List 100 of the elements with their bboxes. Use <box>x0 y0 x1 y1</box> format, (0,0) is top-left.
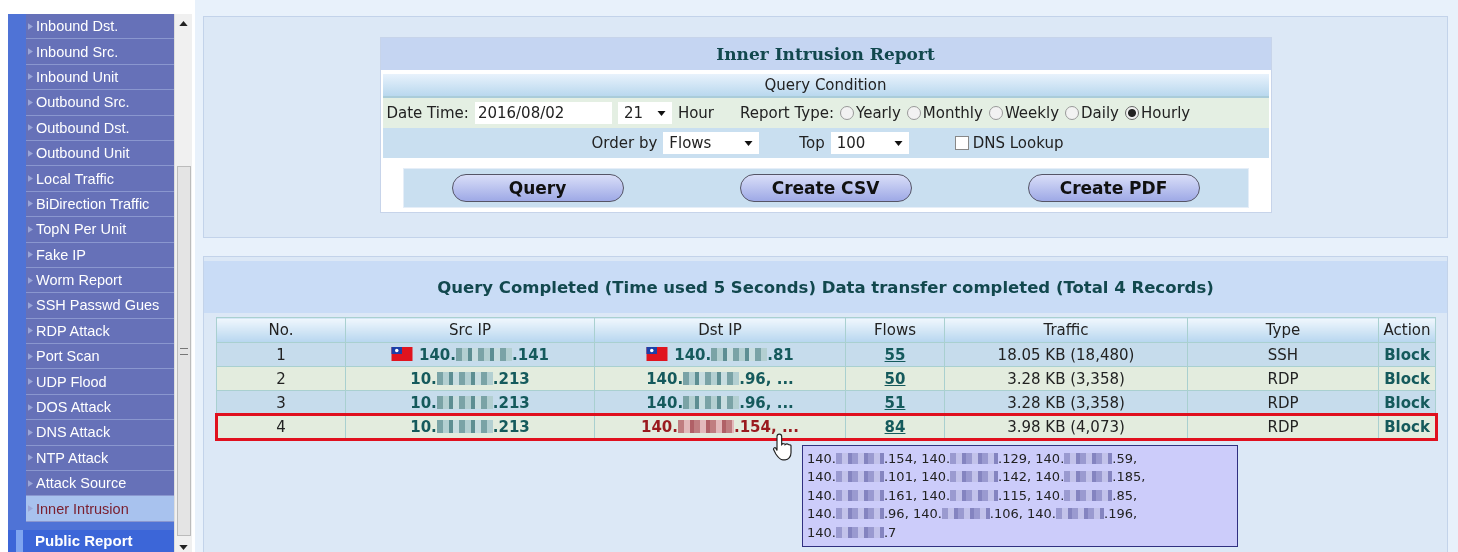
caret-icon <box>893 140 903 146</box>
column-header: Type <box>1187 317 1379 343</box>
top-dropdown[interactable]: 100 <box>830 132 909 154</box>
sidebar-item[interactable]: Outbound Unit <box>26 140 174 167</box>
redaction-mark <box>950 489 999 501</box>
sidebar-item[interactable]: Fake IP <box>26 242 174 268</box>
triangle-icon <box>28 327 33 335</box>
flows-link[interactable]: 51 <box>884 393 906 412</box>
triangle-icon <box>28 149 33 157</box>
ip-cell: 10. .213 <box>345 414 595 439</box>
sidebar-item[interactable]: BiDirection Traffic <box>26 191 174 218</box>
sidebar-section[interactable]: Public Report <box>8 529 174 552</box>
triangle-icon <box>28 48 33 56</box>
date-field[interactable]: 2016/08/02 <box>474 102 612 124</box>
sidebar-item[interactable]: DNS Attack <box>26 420 174 446</box>
radio-option[interactable]: Daily <box>1065 104 1119 122</box>
ip-cell: 140. .154, ... <box>594 414 846 439</box>
redaction-mark <box>436 419 493 433</box>
redaction-mark <box>1064 489 1113 501</box>
table-cell: 1 <box>216 342 346 367</box>
order-dropdown[interactable]: Flows <box>663 132 760 154</box>
column-header: Action <box>1378 317 1436 343</box>
redaction-mark <box>678 419 734 433</box>
table-cell: RDP <box>1187 390 1379 415</box>
table-cell: 3.98 KB (4,073) <box>944 414 1188 439</box>
sidebar-item[interactable]: Inbound Src. <box>26 39 174 65</box>
redaction-mark <box>835 471 884 483</box>
ip-cell: 140. .141 <box>345 342 595 367</box>
redaction-mark <box>1064 471 1113 483</box>
redaction-mark <box>835 508 884 520</box>
tooltip: 140. .154, 140. .129, 140. .59, 140. .101, 140. .142, 140. .185, 140. .161, 140. .115, 140. .85, 140. .96, 140. .106, 140. .196, 140. .7 <box>802 445 1238 548</box>
redaction-mark <box>456 347 512 361</box>
redaction-mark <box>436 371 493 385</box>
triangle-icon <box>28 200 33 208</box>
field-label: Order by <box>591 134 658 152</box>
sidebar-item[interactable]: UDP Flood <box>26 369 174 395</box>
radio-option[interactable]: Yearly <box>840 104 901 122</box>
redaction-mark <box>950 471 999 483</box>
sidebar-item[interactable]: Local Traffic <box>26 166 174 192</box>
triangle-icon <box>28 428 33 436</box>
sidebar-item[interactable]: Outbound Dst. <box>26 115 174 141</box>
sidebar-item[interactable]: Port Scan <box>26 344 174 370</box>
flows-link[interactable]: 84 <box>884 417 906 436</box>
sidebar-item[interactable]: Inner Intrusion <box>26 496 174 522</box>
ip-cell: 10. .213 <box>345 366 595 391</box>
action-button[interactable]: Create PDF <box>1027 174 1200 202</box>
ip-cell: 10. .213 <box>345 390 595 415</box>
table-cell: 4 <box>216 414 346 439</box>
sidebar-item[interactable]: TopN Per Unit <box>26 217 174 243</box>
dns-checkbox[interactable]: DNS Lookup <box>954 134 1064 152</box>
sidebar-item[interactable]: Inbound Dst. <box>26 14 174 40</box>
scrollbar-thumb[interactable] <box>176 166 191 536</box>
hour-dropdown[interactable]: 21 <box>617 102 672 124</box>
report-title: Inner Intrusion Report <box>380 38 1271 70</box>
column-header: Traffic <box>944 317 1188 343</box>
ip-cell: 140. .96, ... <box>594 390 846 415</box>
scroll-up-icon <box>179 21 188 26</box>
sidebar-item[interactable]: Attack Source <box>26 471 174 497</box>
redaction-mark <box>835 489 884 501</box>
triangle-icon <box>28 276 33 284</box>
sidebar-item[interactable]: RDP Attack <box>26 318 174 345</box>
field-label: Date Time: <box>386 104 469 122</box>
scrollbar[interactable] <box>174 14 192 552</box>
sidebar-item[interactable]: NTP Attack <box>26 445 174 472</box>
ip-cell: 140. .81 <box>594 342 846 367</box>
section-title: Query Condition <box>382 74 1269 98</box>
redaction-mark <box>683 371 740 385</box>
triangle-icon <box>28 175 33 183</box>
redaction-mark <box>941 508 990 520</box>
radio-option[interactable]: Hourly <box>1125 104 1191 122</box>
action-button[interactable]: Create CSV <box>739 174 912 202</box>
triangle-icon <box>28 454 33 462</box>
sidebar-item[interactable]: Outbound Src. <box>26 90 174 116</box>
sidebar-item[interactable]: Worm Report <box>26 267 174 294</box>
column-header: Flows <box>845 317 945 343</box>
field-label: Top <box>799 134 825 152</box>
redaction-mark <box>950 453 999 464</box>
ip-cell: 140. .96, ... <box>594 366 846 391</box>
field-label: Report Type: <box>740 104 835 122</box>
triangle-icon <box>28 378 33 386</box>
flows-link[interactable]: 55 <box>884 345 906 364</box>
sidebar-item[interactable]: SSH Passwd Gues <box>26 293 174 319</box>
flows-link[interactable]: 50 <box>884 369 906 388</box>
redaction-mark <box>683 395 740 409</box>
table-cell: 2 <box>216 366 346 391</box>
table-cell: 3 <box>216 390 346 415</box>
table-cell: 3.28 KB (3,358) <box>944 366 1188 391</box>
caret-icon <box>744 140 754 146</box>
triangle-icon <box>28 352 33 360</box>
sidebar-item[interactable]: Inbound Unit <box>26 64 174 91</box>
action-button[interactable]: Query <box>451 174 624 202</box>
sidebar-item[interactable]: DOS Attack <box>26 394 174 421</box>
triangle-icon <box>28 73 33 81</box>
radio-option[interactable]: Monthly <box>906 104 983 122</box>
redaction-mark <box>835 453 884 464</box>
triangle-icon <box>28 302 33 309</box>
table-cell: SSH <box>1187 342 1379 367</box>
radio-option[interactable]: Weekly <box>988 104 1060 122</box>
redaction-mark <box>1064 453 1113 464</box>
table-cell: 3.28 KB (3,358) <box>944 390 1188 415</box>
